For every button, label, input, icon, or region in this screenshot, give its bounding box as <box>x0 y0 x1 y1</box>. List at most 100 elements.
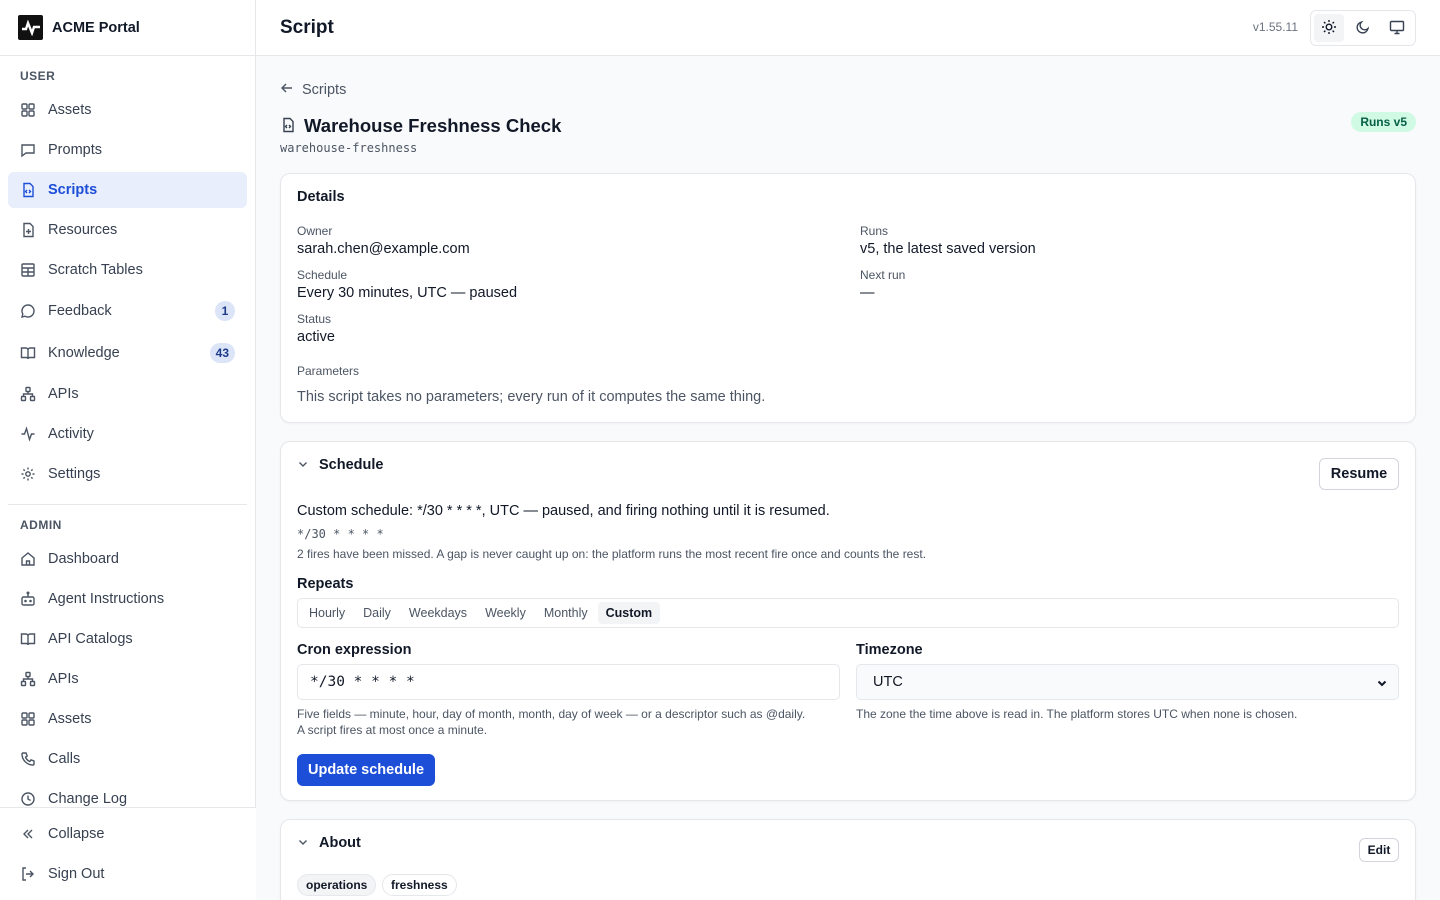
message-circle-icon <box>20 303 36 319</box>
details-heading: Details <box>297 189 345 205</box>
sidebar-item-prompts[interactable]: Prompts <box>8 132 247 168</box>
repeats-option-daily[interactable]: Daily <box>355 602 399 624</box>
repeats-option-monthly[interactable]: Monthly <box>536 602 596 624</box>
sidebar-item-label: Feedback <box>48 303 112 319</box>
about-card: About Edit operations freshness <box>280 819 1416 900</box>
sidebar-item-label: APIs <box>48 386 79 402</box>
runs-value: v5, the latest saved version <box>860 241 1036 257</box>
sidebar-item-label: API Catalogs <box>48 631 133 647</box>
theme-switcher <box>1310 10 1416 46</box>
sidebar-item-label: Assets <box>48 711 92 727</box>
top-bar: Script v1.55.11 <box>256 0 1440 56</box>
brand[interactable]: ACME Portal <box>0 0 255 56</box>
edit-about-button[interactable]: Edit <box>1359 838 1399 862</box>
sidebar-item-label: Resources <box>48 222 118 238</box>
sidebar-item-feedback[interactable]: Feedback 1 <box>8 293 247 329</box>
bot-icon <box>20 591 36 607</box>
sidebar-item-scratch-tables[interactable]: Scratch Tables <box>8 252 247 288</box>
table-icon <box>20 262 36 278</box>
sidebar-item-scripts[interactable]: Scripts <box>8 172 247 208</box>
sidebar-item-admin-assets[interactable]: Assets <box>8 701 247 737</box>
timezone-help: The zone the time above is read in. The … <box>856 707 1298 721</box>
schedule-value: Every 30 minutes, UTC — paused <box>297 285 518 301</box>
sidebar-item-label: Dashboard <box>48 551 119 567</box>
repeats-option-custom[interactable]: Custom <box>597 602 661 624</box>
sidebar-item-label: Activity <box>48 426 94 442</box>
sidebar-item-admin-apis[interactable]: APIs <box>8 661 247 697</box>
clock-icon <box>20 791 36 807</box>
sidebar-item-activity[interactable]: Activity <box>8 416 247 452</box>
repeats-label: Repeats <box>297 576 354 592</box>
schedule-card: Schedule Resume Custom schedule: */30 * … <box>280 441 1416 801</box>
version-label: v1.55.11 <box>1252 20 1298 34</box>
sidebar-item-apis[interactable]: APIs <box>8 376 247 412</box>
cron-display: */30 * * * * <box>297 527 384 541</box>
timezone-selected-value: UTC <box>873 674 903 690</box>
repeats-option-weekly[interactable]: Weekly <box>477 602 534 624</box>
repeats-option-hourly[interactable]: Hourly <box>301 602 353 624</box>
sidebar-item-label: Change Log <box>48 791 128 807</box>
sidebar-item-label: Scripts <box>48 182 98 198</box>
network-icon <box>20 671 36 687</box>
schedule-label: Schedule <box>297 268 348 282</box>
grid-icon <box>20 102 36 118</box>
resume-button[interactable]: Resume <box>1319 458 1399 490</box>
schedule-section-toggle[interactable]: Schedule <box>297 457 383 473</box>
sidebar-item-settings[interactable]: Settings <box>8 456 247 492</box>
sidebar-item-label: Calls <box>48 751 81 767</box>
repeats-segmented-control: Hourly Daily Weekdays Weekly Monthly Cus… <box>297 598 1399 628</box>
status-value: active <box>297 329 335 345</box>
dark-theme-button[interactable] <box>1348 14 1378 42</box>
sidebar-item-label: Knowledge <box>48 345 120 361</box>
about-heading: About <box>319 835 361 851</box>
arrow-left-icon <box>280 81 302 99</box>
script-slug: warehouse-freshness <box>280 141 418 155</box>
activity-icon <box>20 426 36 442</box>
status-label: Status <box>297 312 332 326</box>
next-run-label: Next run <box>860 268 906 282</box>
log-out-icon <box>20 866 36 882</box>
page-title-row: Warehouse Freshness Check <box>280 115 561 137</box>
user-section-label: USER <box>20 69 56 83</box>
about-section-toggle[interactable]: About <box>297 835 361 851</box>
repeats-option-weekdays[interactable]: Weekdays <box>401 602 475 624</box>
chevrons-left-icon <box>20 826 36 842</box>
system-theme-button[interactable] <box>1382 14 1412 42</box>
sidebar-item-label: Scratch Tables <box>48 262 143 278</box>
chevron-down-icon <box>297 835 309 851</box>
file-plus-icon <box>20 222 36 238</box>
cron-expression-input[interactable]: */30 * * * * <box>297 664 840 700</box>
collapse-button[interactable]: Collapse <box>8 816 247 852</box>
sidebar-item-label: Settings <box>48 466 101 482</box>
sidebar-item-api-catalogs[interactable]: API Catalogs <box>8 621 247 657</box>
network-icon <box>20 386 36 402</box>
cron-help-line-1: Five fields — minute, hour, day of month… <box>297 707 806 721</box>
home-icon <box>20 551 36 567</box>
back-to-scripts-link[interactable]: Scripts <box>280 81 346 99</box>
light-theme-button[interactable] <box>1314 14 1344 42</box>
header-title: Script <box>280 16 334 38</box>
sidebar-item-agent-instructions[interactable]: Agent Instructions <box>8 581 247 617</box>
sidebar-item-knowledge[interactable]: Knowledge 43 <box>8 335 247 371</box>
sidebar-item-calls[interactable]: Calls <box>8 741 247 777</box>
sign-out-button[interactable]: Sign Out <box>8 856 247 892</box>
parameters-value: This script takes no parameters; every r… <box>297 389 766 405</box>
back-link-label: Scripts <box>302 82 347 98</box>
sidebar-item-dashboard[interactable]: Dashboard <box>8 541 247 577</box>
sidebar-item-assets[interactable]: Assets <box>8 92 247 128</box>
book-open-icon <box>20 631 36 647</box>
sidebar-item-resources[interactable]: Resources <box>8 212 247 248</box>
update-schedule-button[interactable]: Update schedule <box>297 754 435 786</box>
phone-icon <box>20 751 36 767</box>
cron-help-line-2: A script fires at most once a minute. <box>297 723 488 737</box>
sidebar-footer: Collapse Sign Out <box>0 807 256 900</box>
sidebar-item-label: Assets <box>48 102 92 118</box>
main-content: Scripts Warehouse Freshness Check wareho… <box>256 56 1440 900</box>
sign-out-label: Sign Out <box>48 866 105 882</box>
feedback-count-badge: 1 <box>215 301 235 321</box>
sidebar-divider <box>8 504 247 505</box>
timezone-select[interactable]: UTC <box>856 664 1399 700</box>
owner-value: sarah.chen@example.com <box>297 241 470 257</box>
owner-label: Owner <box>297 224 333 238</box>
sidebar-item-label: Agent Instructions <box>48 591 165 607</box>
